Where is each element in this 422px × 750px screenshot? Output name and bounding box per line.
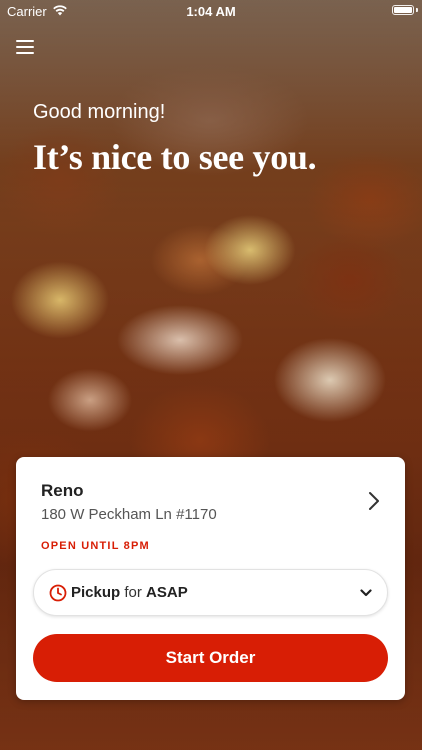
greeting-text: Good morning! [33, 101, 166, 123]
order-time-value: ASAP [146, 584, 188, 601]
start-order-button[interactable]: Start Order [33, 634, 388, 682]
chevron-down-icon [360, 589, 372, 597]
order-mode-connector: for [120, 584, 147, 601]
welcome-headline: It’s nice to see you. [33, 137, 317, 177]
store-location-row[interactable]: Reno 180 W Peckham Ln #1170 [16, 457, 405, 532]
order-mode-dropdown[interactable]: Pickup for ASAP [33, 569, 388, 616]
store-address: 180 W Peckham Ln #1170 [41, 506, 217, 523]
clock-time: 1:04 AM [186, 4, 236, 19]
hamburger-menu-icon[interactable] [16, 40, 34, 56]
order-mode-label: Pickup for ASAP [71, 584, 188, 601]
store-hours-status: OPEN UNTIL 8PM [41, 540, 150, 552]
order-mode-value: Pickup [71, 584, 121, 601]
clock-icon [49, 584, 67, 602]
location-card: Reno 180 W Peckham Ln #1170 OPEN UNTIL 8… [16, 457, 405, 700]
chevron-right-icon[interactable] [367, 491, 381, 511]
battery-tip [416, 8, 418, 12]
battery-icon [392, 5, 414, 15]
status-bar: Carrier 1:04 AM [0, 0, 422, 22]
store-name: Reno [41, 481, 84, 500]
